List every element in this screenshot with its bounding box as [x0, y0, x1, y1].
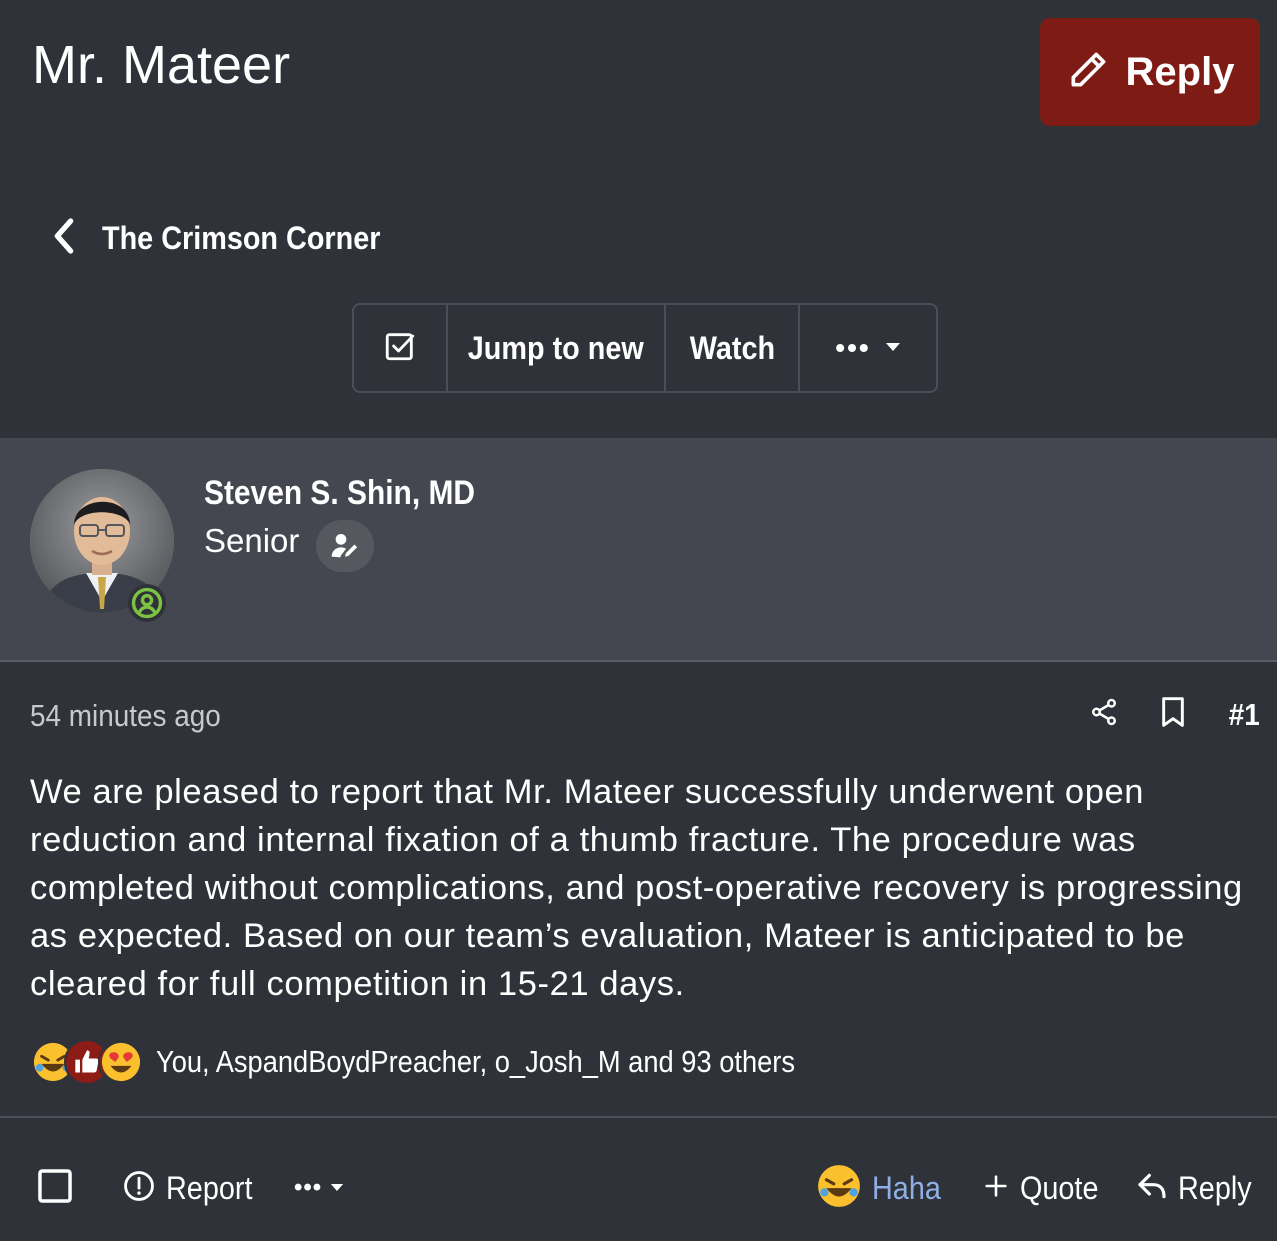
select-thread-button[interactable] [354, 305, 448, 391]
post-meta-actions: #1 [1089, 696, 1261, 733]
more-actions-button[interactable]: ••• [294, 1160, 344, 1216]
quote-label: Quote [1020, 1169, 1099, 1206]
love-emoji-icon [98, 1039, 144, 1085]
reply-arrow-icon [1136, 1171, 1168, 1206]
caret-down-icon [330, 1179, 344, 1197]
post-message: 54 minutes ago #1 We are pleased to repo… [0, 662, 1277, 1118]
post-body: We are pleased to report that Mr. Mateer… [30, 773, 1243, 1003]
report-button[interactable]: Report [122, 1160, 262, 1216]
share-icon[interactable] [1089, 697, 1119, 732]
reply-label: Reply [1178, 1169, 1252, 1206]
reply-post-button[interactable]: Reply [1136, 1160, 1260, 1216]
checkbox-icon [383, 329, 417, 368]
reply-button-label: Reply [1125, 49, 1235, 94]
select-post-checkbox[interactable] [36, 1160, 74, 1216]
quote-button[interactable]: Quote [982, 1160, 1107, 1216]
alert-circle-icon [122, 1169, 156, 1208]
post-actions-bar: Report ••• Haha Quote Reply [0, 1120, 1277, 1241]
haha-emoji-icon [816, 1163, 862, 1214]
more-options-button[interactable]: ••• [800, 305, 936, 391]
author-title: Senior [204, 522, 300, 559]
plus-icon [982, 1172, 1010, 1205]
watch-label: Watch [689, 329, 775, 366]
user-edit-icon[interactable] [316, 520, 374, 572]
thread-title: Mr. Mateer [32, 35, 291, 95]
breadcrumb[interactable]: The Crimson Corner [48, 210, 411, 266]
reactions-bar[interactable]: You, AspandBoydPreacher, o_Josh_M and 93… [30, 1036, 882, 1088]
report-label: Report [166, 1169, 253, 1206]
reactions-summary[interactable]: You, AspandBoydPreacher, o_Josh_M and 93… [156, 1044, 795, 1080]
watch-button[interactable]: Watch [666, 305, 800, 391]
breadcrumb-label: The Crimson Corner [102, 219, 381, 256]
haha-reaction-button[interactable]: Haha [816, 1160, 949, 1216]
post-number[interactable]: #1 [1228, 697, 1259, 733]
pencil-icon [1066, 48, 1110, 97]
bookmark-icon[interactable] [1159, 696, 1187, 733]
reaction-icons [30, 1039, 144, 1085]
online-user-icon [128, 584, 166, 622]
post-timestamp[interactable]: 54 minutes ago [30, 698, 221, 734]
haha-label: Haha [872, 1169, 941, 1206]
jump-to-new-label: Jump to new [467, 329, 645, 366]
author-name[interactable]: Steven S. Shin, MD [204, 474, 475, 513]
post-author-bar: Steven S. Shin, MD Senior [0, 438, 1277, 662]
ellipsis-icon: ••• [835, 332, 871, 363]
ellipsis-icon: ••• [294, 1174, 323, 1201]
checkbox-icon [36, 1167, 74, 1210]
reply-button[interactable]: Reply [1040, 18, 1260, 126]
thread-toolbar: Jump to new Watch ••• [352, 303, 938, 393]
caret-down-icon [885, 339, 901, 357]
jump-to-new-button[interactable]: Jump to new [448, 305, 666, 391]
thread-header: Mr. Mateer Reply The Crimson Corner Jump… [0, 0, 1277, 438]
chevron-left-icon [48, 216, 80, 261]
